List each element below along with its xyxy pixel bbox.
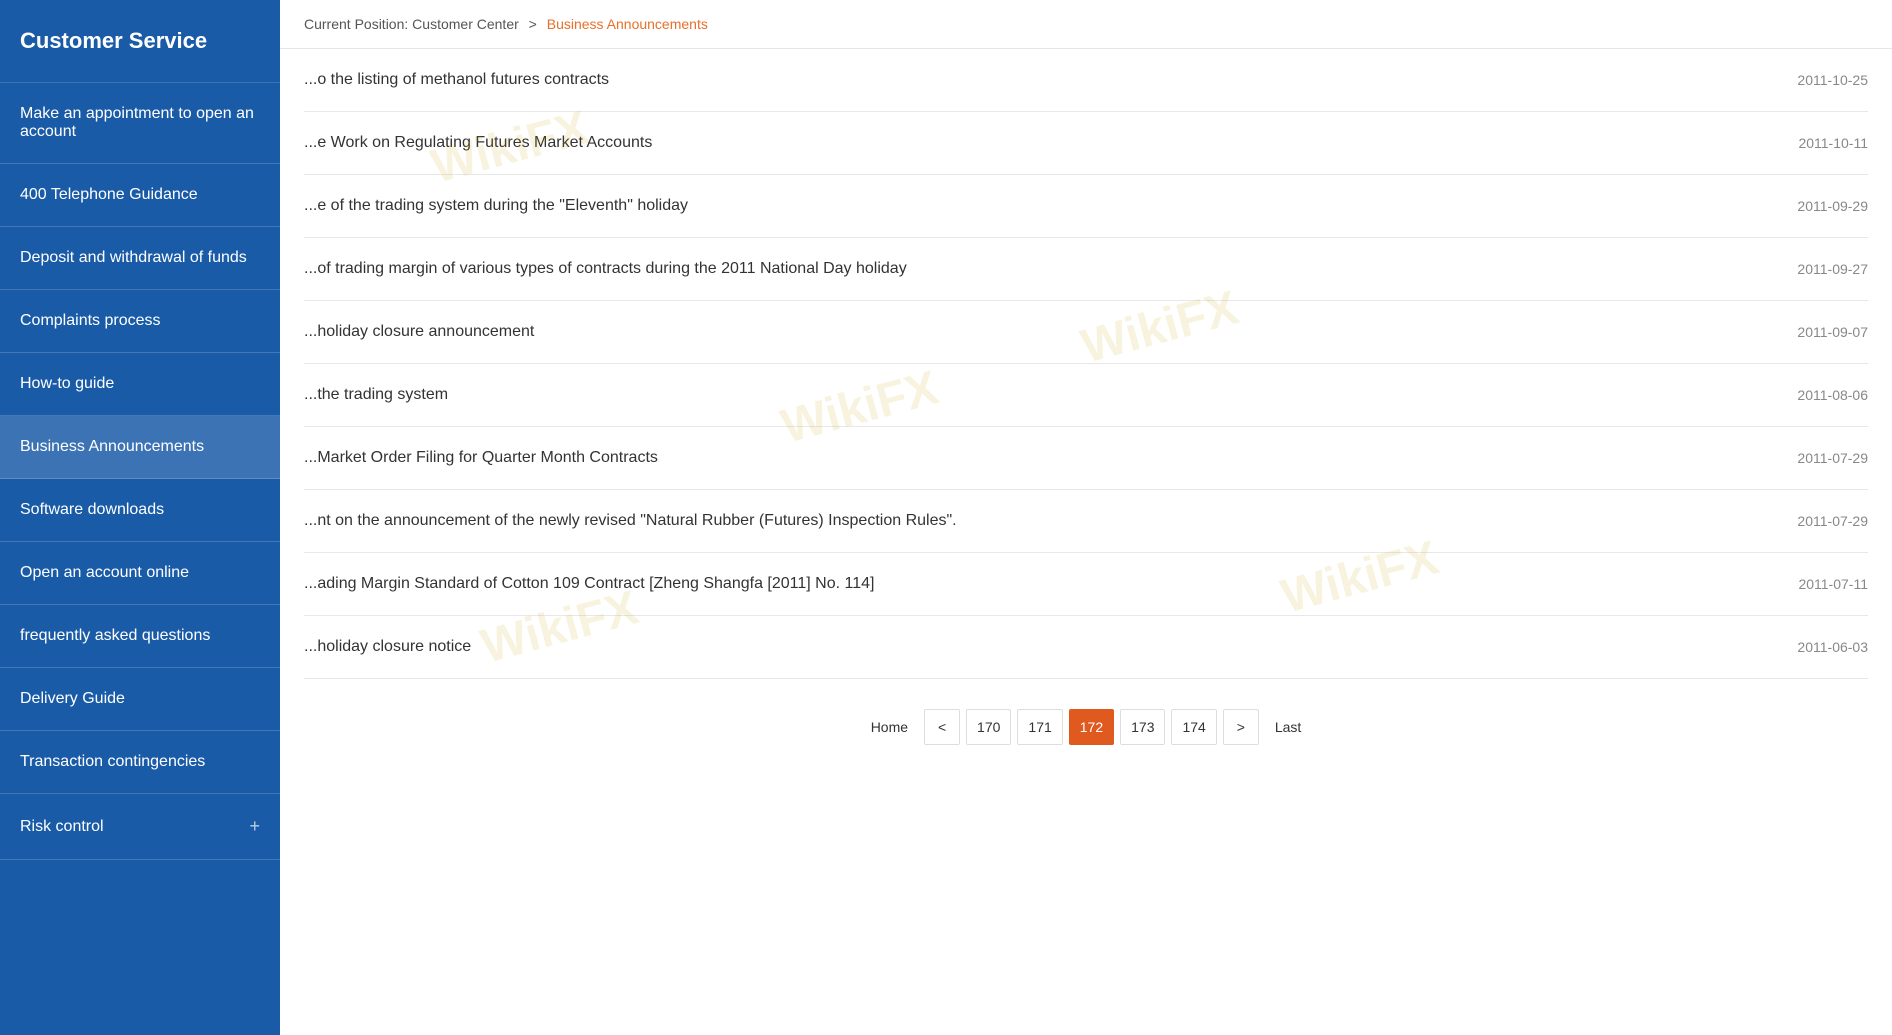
article-title-6: ...Market Order Filing for Quarter Month… — [304, 449, 1797, 467]
sidebar-item-label-faq: frequently asked questions — [20, 627, 210, 645]
sidebar-item-make-appointment[interactable]: Make an appointment to open an account — [0, 83, 280, 164]
sidebar-item-label-complaints-process: Complaints process — [20, 312, 161, 330]
article-title-9: ...holiday closure notice — [304, 638, 1797, 656]
article-title-7: ...nt on the announcement of the newly r… — [304, 512, 1797, 530]
pagination-page-173[interactable]: 173 — [1120, 709, 1165, 745]
sidebar-item-faq[interactable]: frequently asked questions — [0, 605, 280, 668]
sidebar-item-how-to-guide[interactable]: How-to guide — [0, 353, 280, 416]
pagination-next[interactable]: > — [1223, 709, 1259, 745]
article-title-3: ...of trading margin of various types of… — [304, 260, 1797, 278]
breadcrumb-prefix: Current Position: — [304, 16, 408, 32]
sidebar-item-software-downloads[interactable]: Software downloads — [0, 479, 280, 542]
article-item-0[interactable]: ...o the listing of methanol futures con… — [304, 49, 1868, 112]
article-item-4[interactable]: ...holiday closure announcement2011-09-0… — [304, 301, 1868, 364]
pagination-page-172[interactable]: 172 — [1069, 709, 1114, 745]
article-date-9: 2011-06-03 — [1797, 639, 1868, 655]
article-title-5: ...the trading system — [304, 386, 1797, 404]
sidebar-item-label-make-appointment: Make an appointment to open an account — [20, 105, 260, 141]
article-title-1: ...e Work on Regulating Futures Market A… — [304, 134, 1798, 152]
article-item-1[interactable]: ...e Work on Regulating Futures Market A… — [304, 112, 1868, 175]
article-date-7: 2011-07-29 — [1797, 513, 1868, 529]
sidebar-item-label-transaction-contingencies: Transaction contingencies — [20, 753, 205, 771]
article-item-2[interactable]: ...e of the trading system during the "E… — [304, 175, 1868, 238]
sidebar-item-label-software-downloads: Software downloads — [20, 501, 164, 519]
sidebar-item-label-delivery-guide: Delivery Guide — [20, 690, 125, 708]
pagination-last[interactable]: Last — [1265, 709, 1311, 745]
article-item-3[interactable]: ...of trading margin of various types of… — [304, 238, 1868, 301]
sidebar-item-label-business-announcements: Business Announcements — [20, 438, 204, 456]
article-date-6: 2011-07-29 — [1797, 450, 1868, 466]
sidebar-item-business-announcements[interactable]: Business Announcements — [0, 416, 280, 479]
article-item-9[interactable]: ...holiday closure notice2011-06-03 — [304, 616, 1868, 679]
article-date-4: 2011-09-07 — [1797, 324, 1868, 340]
article-title-4: ...holiday closure announcement — [304, 323, 1797, 341]
breadcrumb-current: Business Announcements — [547, 16, 708, 32]
sidebar-item-label-open-account-online: Open an account online — [20, 564, 189, 582]
sidebar-item-deposit-withdrawal[interactable]: Deposit and withdrawal of funds — [0, 227, 280, 290]
article-date-5: 2011-08-06 — [1797, 387, 1868, 403]
article-date-3: 2011-09-27 — [1797, 261, 1868, 277]
sidebar-item-open-account-online[interactable]: Open an account online — [0, 542, 280, 605]
article-item-6[interactable]: ...Market Order Filing for Quarter Month… — [304, 427, 1868, 490]
sidebar-item-risk-control[interactable]: Risk control + — [0, 794, 280, 860]
main-content: Current Position: Customer Center > Busi… — [280, 0, 1892, 1035]
sidebar: Customer Service Make an appointment to … — [0, 0, 280, 1035]
article-list: ...o the listing of methanol futures con… — [280, 49, 1892, 679]
pagination-page-171[interactable]: 171 — [1017, 709, 1062, 745]
pagination-page-170[interactable]: 170 — [966, 709, 1011, 745]
sidebar-header: Customer Service — [0, 0, 280, 83]
sidebar-item-label-risk-control: Risk control — [20, 818, 104, 836]
article-date-8: 2011-07-11 — [1798, 576, 1868, 592]
article-date-2: 2011-09-29 — [1797, 198, 1868, 214]
sidebar-item-complaints-process[interactable]: Complaints process — [0, 290, 280, 353]
pagination-prev[interactable]: < — [924, 709, 960, 745]
article-title-2: ...e of the trading system during the "E… — [304, 197, 1797, 215]
sidebar-item-label-deposit-withdrawal: Deposit and withdrawal of funds — [20, 249, 247, 267]
breadcrumb: Current Position: Customer Center > Busi… — [280, 0, 1892, 49]
sidebar-item-delivery-guide[interactable]: Delivery Guide — [0, 668, 280, 731]
article-title-8: ...ading Margin Standard of Cotton 109 C… — [304, 575, 1798, 593]
pagination-page-174[interactable]: 174 — [1171, 709, 1216, 745]
article-item-7[interactable]: ...nt on the announcement of the newly r… — [304, 490, 1868, 553]
breadcrumb-home[interactable]: Customer Center — [412, 16, 519, 32]
article-date-0: 2011-10-25 — [1797, 72, 1868, 88]
article-item-8[interactable]: ...ading Margin Standard of Cotton 109 C… — [304, 553, 1868, 616]
breadcrumb-separator: > — [529, 16, 537, 32]
sidebar-item-label-telephone-guidance: 400 Telephone Guidance — [20, 186, 198, 204]
article-date-1: 2011-10-11 — [1798, 135, 1868, 151]
pagination-home[interactable]: Home — [861, 709, 918, 745]
article-item-5[interactable]: ...the trading system2011-08-06 — [304, 364, 1868, 427]
plus-icon-risk-control: + — [249, 816, 260, 837]
sidebar-item-label-how-to-guide: How-to guide — [20, 375, 114, 393]
pagination: Home < 170171172173174 > Last — [280, 679, 1892, 765]
article-title-0: ...o the listing of methanol futures con… — [304, 71, 1797, 89]
sidebar-item-transaction-contingencies[interactable]: Transaction contingencies — [0, 731, 280, 794]
sidebar-item-telephone-guidance[interactable]: 400 Telephone Guidance — [0, 164, 280, 227]
